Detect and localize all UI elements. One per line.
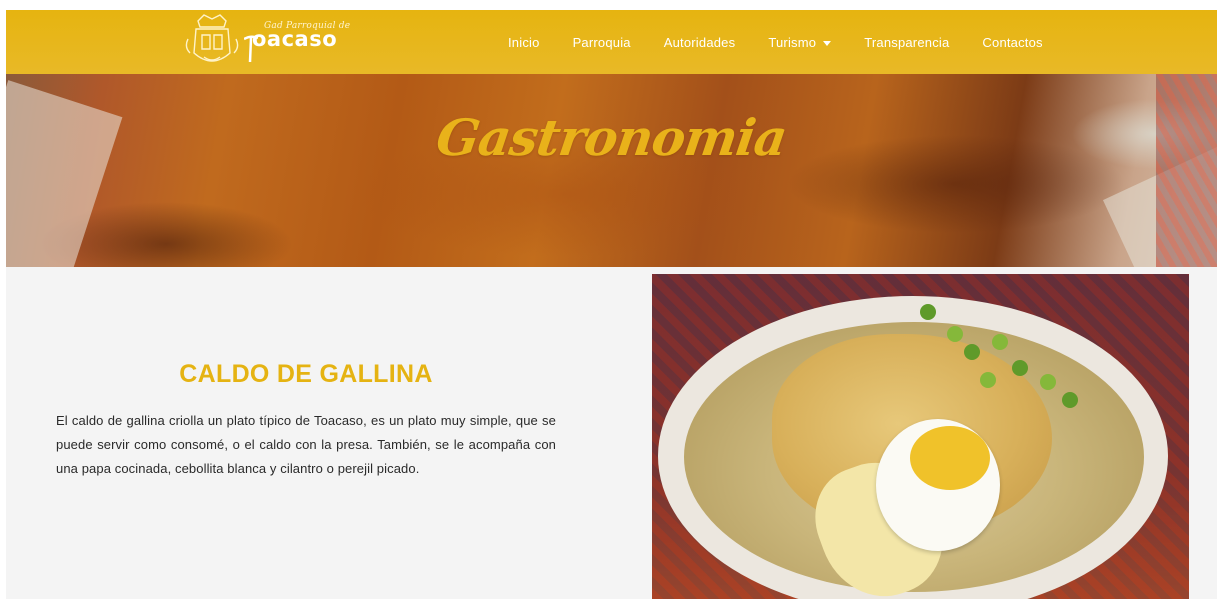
dish-title: CALDO DE GALLINA <box>179 360 433 388</box>
parish-emblem-icon <box>185 14 239 62</box>
herb-garnish <box>980 372 996 388</box>
herb-garnish <box>920 304 936 320</box>
site-header: Gad Parroquial de oacaso Inicio Parroqui… <box>6 10 1217 74</box>
nav-item-parroquia[interactable]: Parroquia <box>573 35 631 50</box>
nav-item-inicio[interactable]: Inicio <box>508 35 540 50</box>
site-logo[interactable]: Gad Parroquial de oacaso <box>184 13 354 71</box>
caret-down-icon <box>823 40 832 46</box>
dish-description: El caldo de gallina criolla un plato típ… <box>56 413 556 476</box>
nav-item-contactos[interactable]: Contactos <box>982 35 1042 50</box>
nav-item-label: Autoridades <box>663 34 736 50</box>
banner-tablecloth-decoration <box>1156 74 1217 267</box>
egg-yolk <box>910 426 990 490</box>
hero-banner: Gastronomia <box>6 74 1217 267</box>
page: Gad Parroquial de oacaso Inicio Parroqui… <box>6 10 1217 599</box>
nav-item-label: Contactos <box>982 34 1043 50</box>
logo-title: oacaso <box>252 27 338 51</box>
nav-item-autoridades[interactable]: Autoridades <box>664 35 736 50</box>
herb-garnish <box>1012 360 1028 376</box>
nav-item-transparencia[interactable]: Transparencia <box>864 35 949 50</box>
herb-garnish <box>992 334 1008 350</box>
nav-item-label: Inicio <box>508 34 540 50</box>
nav-item-label: Turismo <box>768 34 817 50</box>
nav-item-label: Parroquia <box>572 34 631 50</box>
herb-garnish <box>1040 374 1056 390</box>
nav-item-turismo[interactable]: Turismo <box>768 34 832 50</box>
dish-text-block: CALDO DE GALLINA El caldo de gallina cri… <box>56 360 556 481</box>
herb-garnish <box>1062 392 1078 408</box>
dish-photo <box>652 274 1189 599</box>
herb-garnish <box>964 344 980 360</box>
nav-item-label: Transparencia <box>864 34 950 50</box>
herb-garnish <box>947 326 963 342</box>
banner-title: Gastronomia <box>432 108 791 167</box>
main-nav: Inicio Parroquia Autoridades Turismo Tra… <box>508 10 1043 74</box>
